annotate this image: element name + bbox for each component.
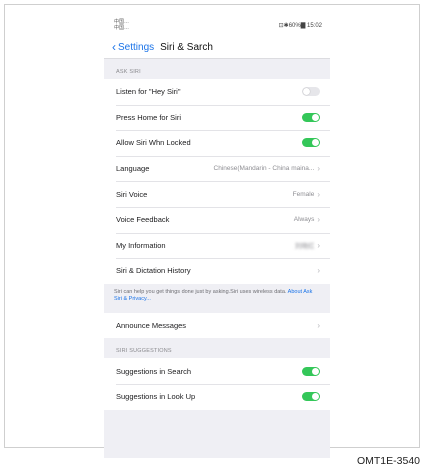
siri-suggestions-header: SIRI SUGGESTIONS — [116, 348, 172, 355]
figure-code: OMT1E-3540 — [356, 455, 420, 467]
press-home-row: Press Home for Siri — [104, 104, 330, 131]
my-information-value: 刘晓红 — [294, 243, 315, 251]
dictation-history-row[interactable]: Siri & Dictation History › — [104, 258, 330, 284]
siri-voice-value: Female — [292, 190, 315, 198]
row-label: My Information — [116, 240, 166, 250]
row-label: Listen for "Hey Siri" — [116, 87, 181, 97]
carrier-info: 中国… 中国… — [114, 19, 129, 31]
row-label: Siri Voice — [116, 189, 148, 199]
announce-messages-row[interactable]: Announce Messages › — [104, 313, 330, 339]
language-row[interactable]: Language Chinese(Mandarin - China maina.… — [104, 155, 330, 182]
row-label: Siri & Dictation History — [116, 266, 191, 276]
row-label: Press Home for Siri — [116, 112, 182, 122]
suggestions-search-toggle[interactable] — [302, 366, 320, 376]
voice-feedback-value: Always — [293, 216, 315, 224]
status-bar: 中国… 中国… ⊡✱60%▇ 15:02 — [104, 14, 330, 36]
footnote-text: Siri can help you get things done just b… — [114, 288, 288, 295]
listen-hey-siri-toggle[interactable] — [302, 87, 320, 97]
ask-siri-header: ASK SIRI — [116, 69, 141, 75]
phone-screen: 中国… 中国… ⊡✱60%▇ 15:02 ‹ Settings Siri & S… — [104, 14, 330, 458]
voice-feedback-row[interactable]: Voice Feedback Always › — [104, 206, 330, 233]
row-label: Allow Siri Whn Locked — [116, 138, 191, 148]
allow-locked-toggle[interactable] — [302, 138, 320, 148]
suggestions-lookup-row: Suggestions in Look Up — [104, 383, 330, 410]
ask-siri-group: Listen for "Hey Siri" Press Home for Sir… — [104, 79, 330, 284]
chevron-right-icon: › — [317, 215, 320, 225]
chevron-right-icon: › — [317, 321, 320, 331]
carrier-line-2: 中国… — [114, 25, 130, 31]
row-label: Suggestions in Look Up — [116, 392, 196, 402]
siri-voice-row[interactable]: Siri Voice Female › — [104, 181, 330, 207]
ask-siri-footnote: Siri can help you get things done just b… — [104, 284, 330, 313]
listen-hey-siri-row: Listen for "Hey Siri" — [104, 79, 330, 105]
allow-locked-row: Allow Siri Whn Locked — [104, 130, 330, 156]
row-label: Suggestions in Search — [116, 366, 192, 376]
suggestions-lookup-toggle[interactable] — [302, 392, 320, 402]
chevron-left-icon: ‹ — [112, 40, 116, 54]
chevron-right-icon: › — [317, 164, 320, 174]
chevron-right-icon: › — [317, 189, 320, 199]
my-information-row[interactable]: My Information 刘晓红 › — [104, 232, 330, 259]
status-right: ⊡✱60%▇ 15:02 — [278, 23, 322, 29]
language-value: Chinese(Mandarin - China maina... — [213, 165, 315, 173]
back-label: Settings — [118, 41, 155, 53]
press-home-toggle[interactable] — [302, 112, 320, 122]
suggestions-group: Suggestions in Search Suggestions in Loo… — [104, 358, 330, 410]
row-label: Announce Messages — [116, 321, 187, 331]
chevron-right-icon: › — [317, 266, 320, 276]
row-label: Voice Feedback — [116, 215, 170, 225]
page-title: Siri & Sarch — [160, 41, 213, 53]
back-button[interactable]: ‹ Settings — [112, 40, 155, 54]
row-label: Language — [116, 164, 150, 174]
announce-group: Announce Messages › — [104, 312, 330, 339]
chevron-right-icon: › — [317, 240, 320, 250]
nav-bar: ‹ Settings Siri & Sarch — [104, 36, 330, 59]
suggestions-search-row: Suggestions in Search — [104, 358, 330, 384]
